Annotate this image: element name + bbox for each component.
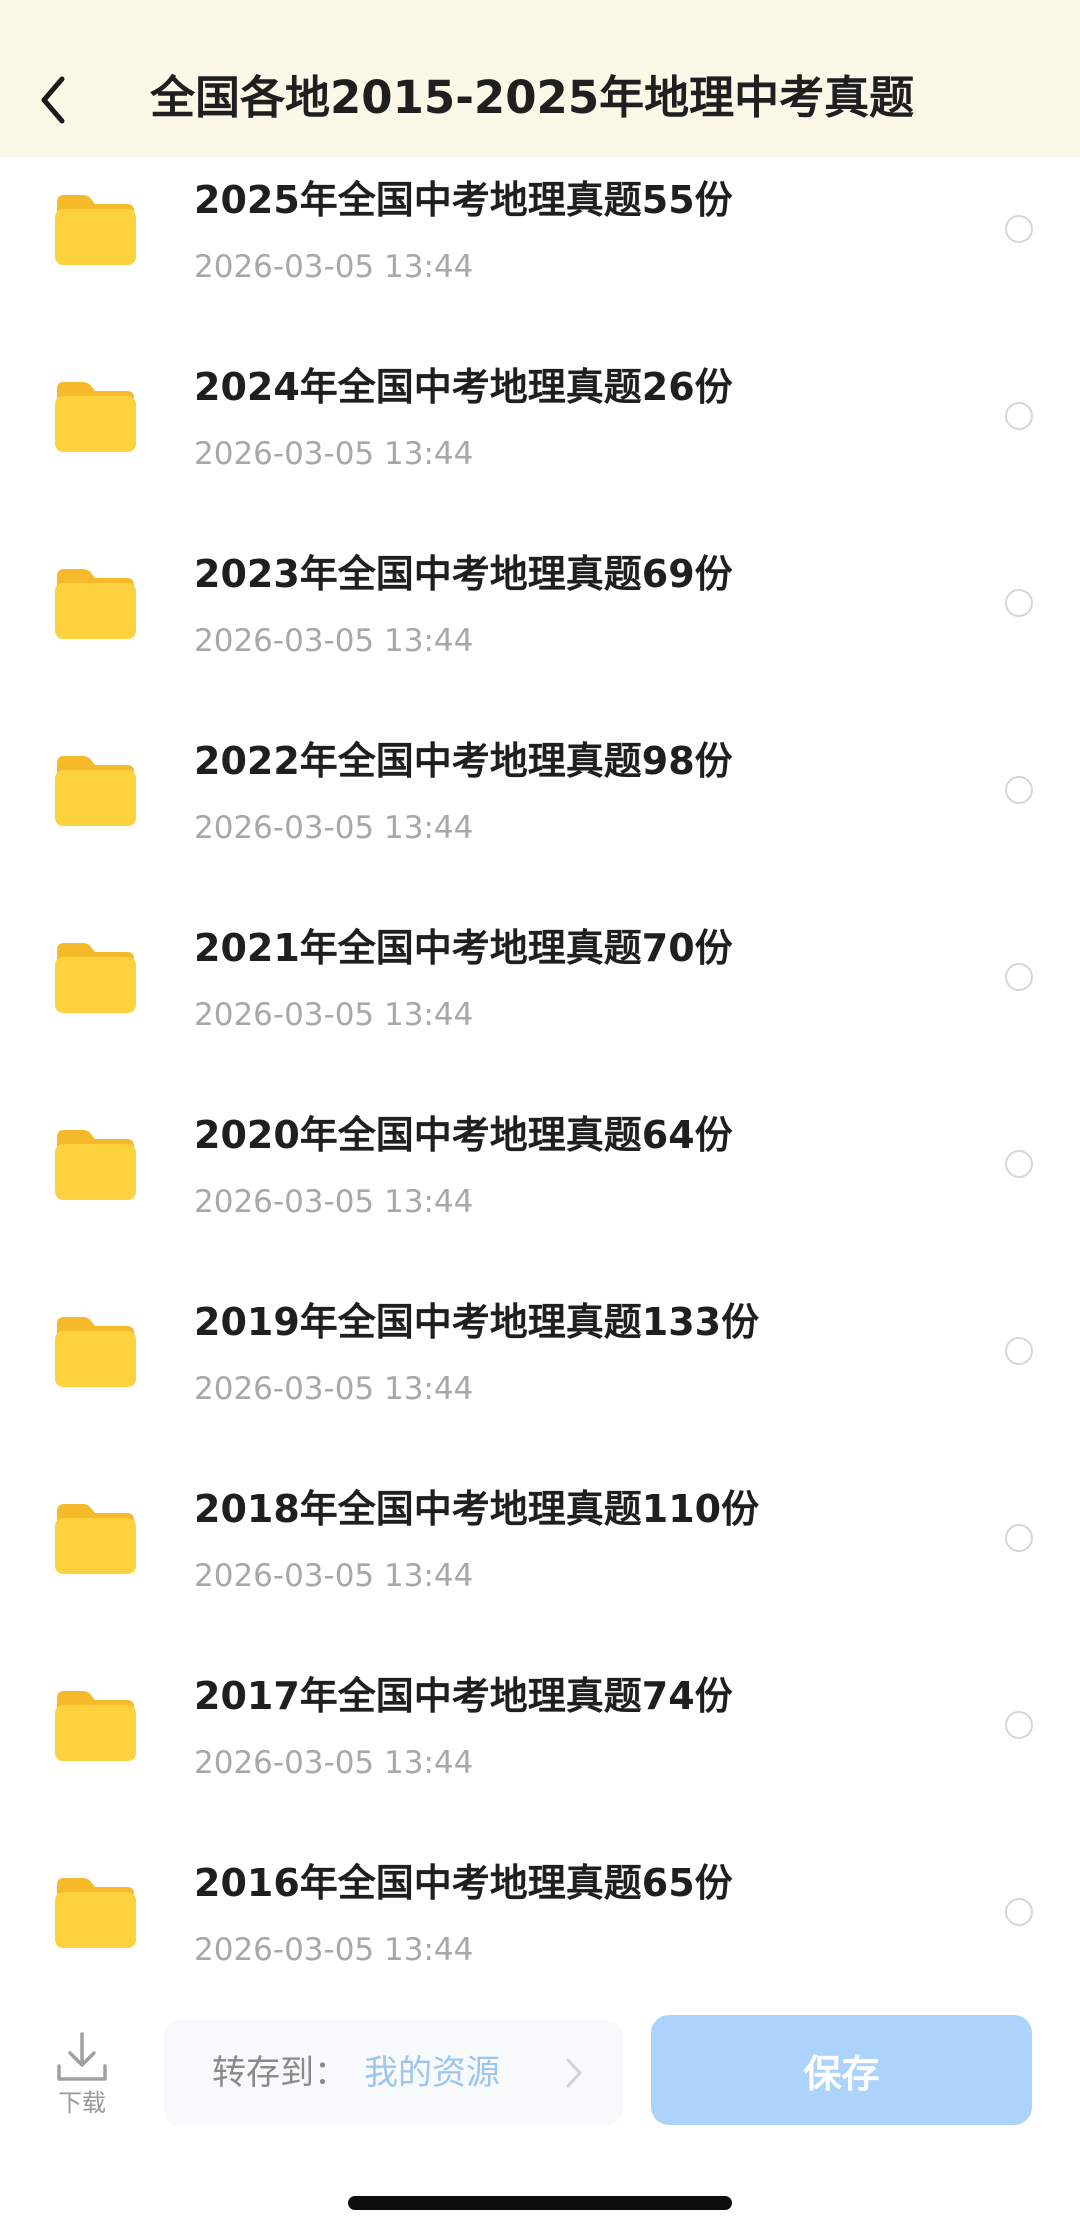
item-date: 2026-03-05 13:44	[194, 1371, 474, 1407]
item-date: 2026-03-05 13:44	[194, 436, 474, 472]
folder-icon	[55, 1130, 136, 1200]
folder-icon	[55, 1504, 136, 1574]
item-date: 2026-03-05 13:44	[194, 1932, 474, 1968]
list-item[interactable]: 2019年全国中考地理真题133份 2026-03-05 13:44	[0, 1279, 1080, 1466]
list-item[interactable]: 2020年全国中考地理真题64份 2026-03-05 13:44	[0, 1092, 1080, 1279]
select-radio[interactable]	[1005, 215, 1033, 243]
select-radio[interactable]	[1005, 1898, 1033, 1926]
save-to-label: 转存到：	[212, 2053, 348, 2093]
back-button[interactable]	[28, 62, 78, 138]
list-item[interactable]: 2024年全国中考地理真题26份 2026-03-05 13:44	[0, 344, 1080, 531]
page-title: 全国各地2015-2025年地理中考真题	[150, 71, 915, 124]
item-date: 2026-03-05 13:44	[194, 623, 474, 659]
select-radio[interactable]	[1005, 402, 1033, 430]
list-item[interactable]: 2023年全国中考地理真题69份 2026-03-05 13:44	[0, 531, 1080, 718]
folder-icon	[55, 1691, 136, 1761]
list-item[interactable]: 2025年全国中考地理真题55份 2026-03-05 13:44	[0, 157, 1080, 344]
item-title: 2017年全国中考地理真题74份	[194, 1674, 733, 1718]
list-item[interactable]: 2017年全国中考地理真题74份 2026-03-05 13:44	[0, 1653, 1080, 1840]
download-button[interactable]: 下载	[40, 2028, 124, 2123]
select-radio[interactable]	[1005, 1524, 1033, 1552]
item-title: 2022年全国中考地理真题98份	[194, 739, 733, 783]
folder-icon	[55, 569, 136, 639]
select-radio[interactable]	[1005, 963, 1033, 991]
item-title: 2021年全国中考地理真题70份	[194, 926, 733, 970]
home-indicator	[348, 2196, 732, 2210]
select-radio[interactable]	[1005, 1711, 1033, 1739]
item-date: 2026-03-05 13:44	[194, 997, 474, 1033]
item-date: 2026-03-05 13:44	[194, 810, 474, 846]
select-radio[interactable]	[1005, 1337, 1033, 1365]
save-button[interactable]: 保存	[651, 2015, 1032, 2125]
folder-icon	[55, 943, 136, 1013]
item-title: 2025年全国中考地理真题55份	[194, 178, 733, 222]
chevron-right-icon	[566, 2058, 582, 2088]
list-item[interactable]: 2018年全国中考地理真题110份 2026-03-05 13:44	[0, 1466, 1080, 1653]
folder-icon	[55, 756, 136, 826]
folder-icon	[55, 1878, 136, 1948]
folder-icon	[55, 1317, 136, 1387]
chevron-left-icon	[41, 76, 65, 124]
select-radio[interactable]	[1005, 1150, 1033, 1178]
item-title: 2018年全国中考地理真题110份	[194, 1487, 760, 1531]
save-to-selector[interactable]: 转存到： 我的资源	[164, 2020, 622, 2125]
list-item[interactable]: 2016年全国中考地理真题65份 2026-03-05 13:44	[0, 1840, 1080, 2027]
save-to-destination: 我的资源	[364, 2053, 500, 2093]
item-title: 2020年全国中考地理真题64份	[194, 1113, 733, 1157]
item-date: 2026-03-05 13:44	[194, 249, 474, 285]
item-title: 2019年全国中考地理真题133份	[194, 1300, 760, 1344]
file-list: 2025年全国中考地理真题55份 2026-03-05 13:44 2024年全…	[0, 157, 1080, 2027]
download-label: 下载	[58, 2089, 106, 2117]
select-radio[interactable]	[1005, 589, 1033, 617]
header-bar: 全国各地2015-2025年地理中考真题	[0, 0, 1080, 157]
download-icon	[57, 2032, 107, 2081]
item-date: 2026-03-05 13:44	[194, 1745, 474, 1781]
list-item[interactable]: 2022年全国中考地理真题98份 2026-03-05 13:44	[0, 718, 1080, 905]
list-item[interactable]: 2021年全国中考地理真题70份 2026-03-05 13:44	[0, 905, 1080, 1092]
item-date: 2026-03-05 13:44	[194, 1184, 474, 1220]
item-date: 2026-03-05 13:44	[194, 1558, 474, 1594]
folder-icon	[55, 195, 136, 265]
item-title: 2024年全国中考地理真题26份	[194, 365, 733, 409]
item-title: 2023年全国中考地理真题69份	[194, 552, 733, 596]
item-title: 2016年全国中考地理真题65份	[194, 1861, 733, 1905]
select-radio[interactable]	[1005, 776, 1033, 804]
folder-icon	[55, 382, 136, 452]
